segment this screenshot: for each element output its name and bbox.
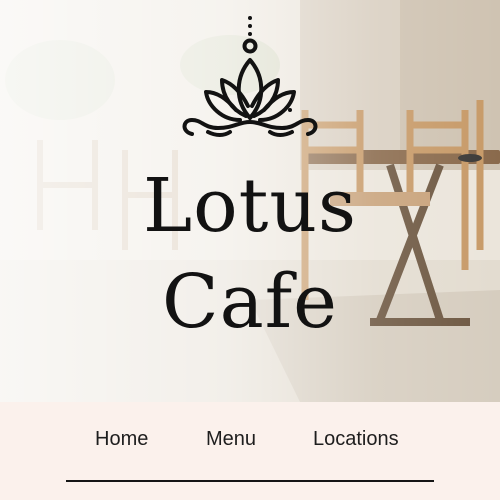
main-navigation: Home Menu Locations	[0, 402, 500, 500]
nav-link-home[interactable]: Home	[95, 428, 148, 451]
brand-name-line1: Lotus	[142, 163, 358, 249]
lotus-flower-icon	[182, 16, 318, 137]
nav-link-menu[interactable]: Menu	[206, 428, 256, 451]
hero-banner: Lotus Cafe	[0, 0, 500, 402]
nav-link-locations[interactable]: Locations	[313, 428, 399, 451]
brand-name-line2: Cafe	[162, 259, 338, 345]
nav-divider	[66, 480, 434, 482]
